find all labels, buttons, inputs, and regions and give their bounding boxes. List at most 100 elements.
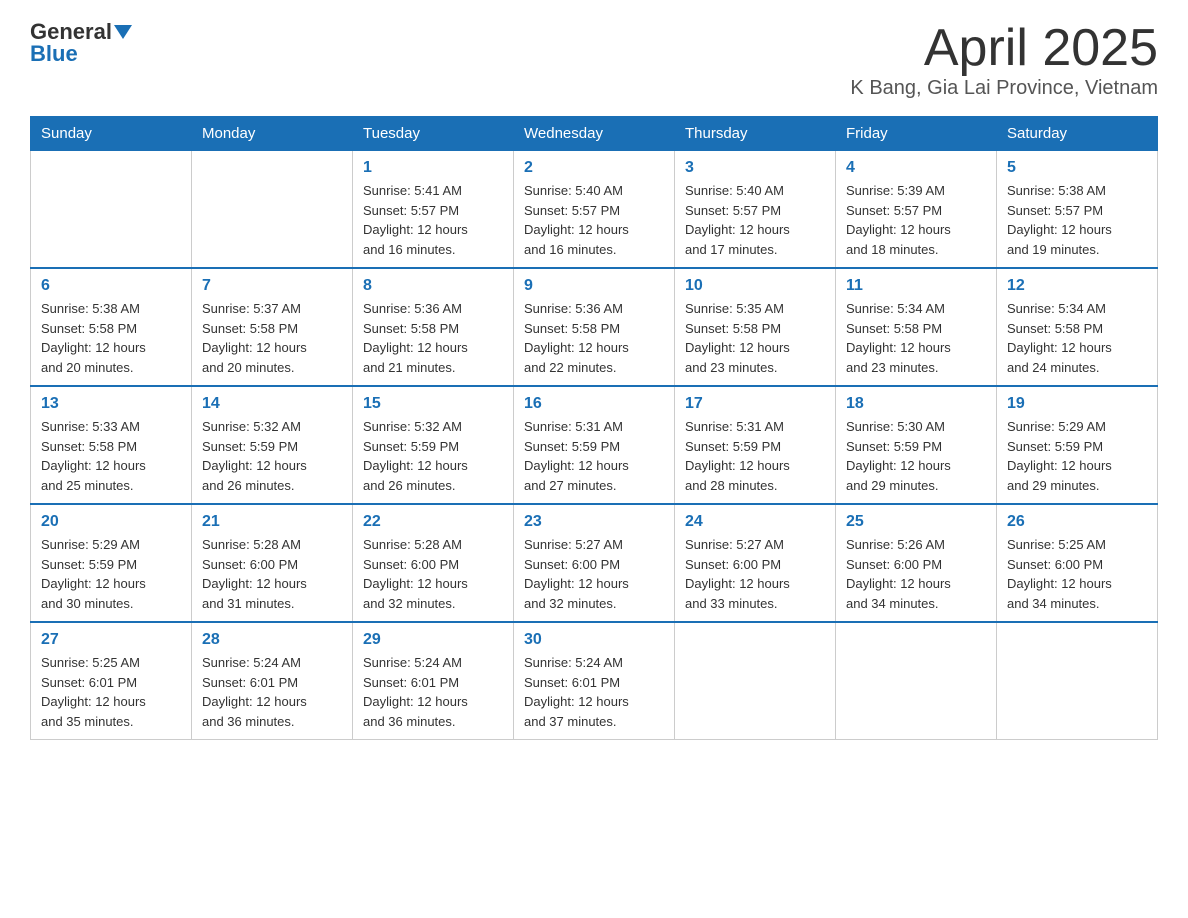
calendar-week-4: 20 Sunrise: 5:29 AM Sunset: 5:59 PM Dayli… [31, 504, 1158, 622]
calendar-week-2: 6 Sunrise: 5:38 AM Sunset: 5:58 PM Daylig… [31, 268, 1158, 386]
day-number: 19 [1007, 395, 1147, 413]
calendar-cell: 27Sunrise: 5:25 AM Sunset: 6:01 PM Dayli… [31, 622, 192, 740]
calendar-header-row: SundayMondayTuesdayWednesdayThursdayFrid… [31, 117, 1158, 151]
calendar-cell: 4 Sunrise: 5:39 AM Sunset: 5:57 PM Daylig… [836, 151, 997, 269]
calendar-cell: 30 Sunrise: 5:24 AM Sunset: 6:01 PM Dayli… [514, 622, 675, 740]
day-number: 15 [363, 395, 503, 413]
day-info: Sunrise: 5:25 AM Sunset: 6:00 PM Dayligh… [1007, 535, 1147, 613]
day-number: 11 [846, 277, 986, 295]
day-info: Sunrise: 5:38 AM Sunset: 5:58 PM Dayligh… [41, 299, 181, 377]
day-number: 29 [363, 631, 503, 649]
day-number: 21 [202, 513, 342, 531]
day-number: 3 [685, 159, 825, 177]
page-header: General Blue April 2025 K Bang, Gia Lai … [30, 20, 1158, 100]
day-info: Sunrise: 5:27 AM Sunset: 6:00 PM Dayligh… [524, 535, 664, 613]
day-info: Sunrise: 5:35 AM Sunset: 5:58 PM Dayligh… [685, 299, 825, 377]
day-info: Sunrise: 5:34 AM Sunset: 5:58 PM Dayligh… [1007, 299, 1147, 377]
calendar-cell: 2Sunrise: 5:40 AM Sunset: 5:57 PM Daylig… [514, 151, 675, 269]
day-number: 1 [363, 159, 503, 177]
day-info: Sunrise: 5:29 AM Sunset: 5:59 PM Dayligh… [1007, 417, 1147, 495]
day-info: Sunrise: 5:30 AM Sunset: 5:59 PM Dayligh… [846, 417, 986, 495]
day-number: 22 [363, 513, 503, 531]
calendar-cell: 3 Sunrise: 5:40 AM Sunset: 5:57 PM Daylig… [675, 151, 836, 269]
day-info: Sunrise: 5:36 AM Sunset: 5:58 PM Dayligh… [363, 299, 503, 377]
calendar-cell: 24Sunrise: 5:27 AM Sunset: 6:00 PM Dayli… [675, 504, 836, 622]
calendar-cell: 11 Sunrise: 5:34 AM Sunset: 5:58 PM Dayli… [836, 268, 997, 386]
day-number: 9 [524, 277, 664, 295]
day-info: Sunrise: 5:36 AM Sunset: 5:58 PM Dayligh… [524, 299, 664, 377]
calendar-cell: 19 Sunrise: 5:29 AM Sunset: 5:59 PM Dayli… [997, 386, 1158, 504]
calendar-cell: 13Sunrise: 5:33 AM Sunset: 5:58 PM Dayli… [31, 386, 192, 504]
day-number: 20 [41, 513, 181, 531]
calendar-cell: 5Sunrise: 5:38 AM Sunset: 5:57 PM Daylig… [997, 151, 1158, 269]
header-saturday: Saturday [997, 117, 1158, 151]
logo-text-blue: Blue [30, 42, 78, 66]
calendar-cell: 25 Sunrise: 5:26 AM Sunset: 6:00 PM Dayli… [836, 504, 997, 622]
logo: General Blue [30, 20, 132, 66]
day-number: 24 [685, 513, 825, 531]
day-number: 4 [846, 159, 986, 177]
day-info: Sunrise: 5:40 AM Sunset: 5:57 PM Dayligh… [524, 181, 664, 259]
calendar-cell [997, 622, 1158, 740]
calendar-cell: 26 Sunrise: 5:25 AM Sunset: 6:00 PM Dayli… [997, 504, 1158, 622]
day-number: 23 [524, 513, 664, 531]
calendar-table: SundayMondayTuesdayWednesdayThursdayFrid… [30, 116, 1158, 740]
day-info: Sunrise: 5:34 AM Sunset: 5:58 PM Dayligh… [846, 299, 986, 377]
day-number: 17 [685, 395, 825, 413]
calendar-cell: 17 Sunrise: 5:31 AM Sunset: 5:59 PM Dayli… [675, 386, 836, 504]
header-friday: Friday [836, 117, 997, 151]
calendar-cell: 15 Sunrise: 5:32 AM Sunset: 5:59 PM Dayli… [353, 386, 514, 504]
calendar-cell [836, 622, 997, 740]
day-info: Sunrise: 5:31 AM Sunset: 5:59 PM Dayligh… [524, 417, 664, 495]
day-info: Sunrise: 5:41 AM Sunset: 5:57 PM Dayligh… [363, 181, 503, 259]
calendar-cell: 9 Sunrise: 5:36 AM Sunset: 5:58 PM Daylig… [514, 268, 675, 386]
calendar-cell: 22 Sunrise: 5:28 AM Sunset: 6:00 PM Dayli… [353, 504, 514, 622]
calendar-cell: 20 Sunrise: 5:29 AM Sunset: 5:59 PM Dayli… [31, 504, 192, 622]
day-number: 14 [202, 395, 342, 413]
day-number: 28 [202, 631, 342, 649]
calendar-cell: 18Sunrise: 5:30 AM Sunset: 5:59 PM Dayli… [836, 386, 997, 504]
day-number: 26 [1007, 513, 1147, 531]
calendar-week-3: 13Sunrise: 5:33 AM Sunset: 5:58 PM Dayli… [31, 386, 1158, 504]
day-number: 30 [524, 631, 664, 649]
calendar-title: April 2025 [850, 20, 1158, 77]
calendar-cell: 28Sunrise: 5:24 AM Sunset: 6:01 PM Dayli… [192, 622, 353, 740]
calendar-subtitle: K Bang, Gia Lai Province, Vietnam [850, 77, 1158, 100]
day-info: Sunrise: 5:28 AM Sunset: 6:00 PM Dayligh… [202, 535, 342, 613]
day-number: 5 [1007, 159, 1147, 177]
day-info: Sunrise: 5:28 AM Sunset: 6:00 PM Dayligh… [363, 535, 503, 613]
day-info: Sunrise: 5:29 AM Sunset: 5:59 PM Dayligh… [41, 535, 181, 613]
calendar-cell: 6 Sunrise: 5:38 AM Sunset: 5:58 PM Daylig… [31, 268, 192, 386]
header-monday: Monday [192, 117, 353, 151]
day-info: Sunrise: 5:32 AM Sunset: 5:59 PM Dayligh… [202, 417, 342, 495]
day-info: Sunrise: 5:31 AM Sunset: 5:59 PM Dayligh… [685, 417, 825, 495]
calendar-cell: 14 Sunrise: 5:32 AM Sunset: 5:59 PM Dayli… [192, 386, 353, 504]
calendar-cell: 12Sunrise: 5:34 AM Sunset: 5:58 PM Dayli… [997, 268, 1158, 386]
day-number: 6 [41, 277, 181, 295]
calendar-week-1: 1 Sunrise: 5:41 AM Sunset: 5:57 PM Daylig… [31, 151, 1158, 269]
day-info: Sunrise: 5:32 AM Sunset: 5:59 PM Dayligh… [363, 417, 503, 495]
calendar-cell [31, 151, 192, 269]
calendar-week-5: 27Sunrise: 5:25 AM Sunset: 6:01 PM Dayli… [31, 622, 1158, 740]
calendar-cell: 16 Sunrise: 5:31 AM Sunset: 5:59 PM Dayli… [514, 386, 675, 504]
day-info: Sunrise: 5:24 AM Sunset: 6:01 PM Dayligh… [524, 653, 664, 731]
calendar-cell: 23 Sunrise: 5:27 AM Sunset: 6:00 PM Dayli… [514, 504, 675, 622]
calendar-cell: 8 Sunrise: 5:36 AM Sunset: 5:58 PM Daylig… [353, 268, 514, 386]
header-sunday: Sunday [31, 117, 192, 151]
day-info: Sunrise: 5:26 AM Sunset: 6:00 PM Dayligh… [846, 535, 986, 613]
day-info: Sunrise: 5:40 AM Sunset: 5:57 PM Dayligh… [685, 181, 825, 259]
calendar-cell: 10Sunrise: 5:35 AM Sunset: 5:58 PM Dayli… [675, 268, 836, 386]
calendar-cell: 1 Sunrise: 5:41 AM Sunset: 5:57 PM Daylig… [353, 151, 514, 269]
header-thursday: Thursday [675, 117, 836, 151]
day-info: Sunrise: 5:37 AM Sunset: 5:58 PM Dayligh… [202, 299, 342, 377]
logo-triangle-icon [114, 25, 132, 39]
day-number: 27 [41, 631, 181, 649]
day-info: Sunrise: 5:39 AM Sunset: 5:57 PM Dayligh… [846, 181, 986, 259]
day-number: 16 [524, 395, 664, 413]
day-number: 8 [363, 277, 503, 295]
calendar-cell [675, 622, 836, 740]
title-block: April 2025 K Bang, Gia Lai Province, Vie… [850, 20, 1158, 100]
day-number: 25 [846, 513, 986, 531]
header-tuesday: Tuesday [353, 117, 514, 151]
day-number: 13 [41, 395, 181, 413]
